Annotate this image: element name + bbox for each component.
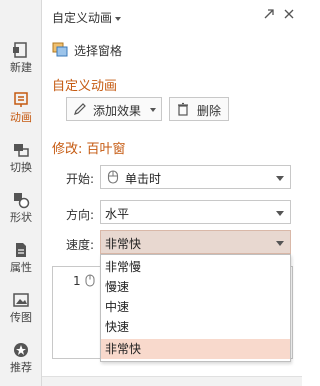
rail-item-recommend[interactable]: 推荐 (0, 336, 42, 382)
rail-item-label: 属性 (10, 261, 32, 274)
direction-label: 方向: (66, 208, 95, 222)
animation-icon (12, 91, 30, 109)
rail-item-upload-image[interactable]: 传图 (0, 286, 42, 332)
delete-button[interactable]: 删除 (169, 97, 229, 121)
custom-animation-title: 自定义动画 (52, 79, 118, 94)
rail-item-label: 动画 (10, 111, 32, 124)
rail-item-label: 推荐 (10, 361, 32, 374)
recommend-icon (12, 341, 30, 359)
transition-icon (12, 141, 30, 159)
speed-select[interactable]: 非常快 (100, 230, 291, 254)
rail-item-animation[interactable]: 动画 (0, 86, 42, 132)
rail-item-label: 切换 (10, 161, 32, 174)
mouse-icon (107, 170, 119, 187)
chevron-down-icon (115, 16, 122, 21)
add-effect-button[interactable]: 添加效果 (66, 97, 162, 121)
shape-icon (12, 191, 30, 209)
speed-label: 速度: (66, 238, 95, 252)
rail-item-transition[interactable]: 切换 (0, 136, 42, 182)
animation-order-number: 1 (73, 274, 81, 288)
start-value: 单击时 (125, 172, 162, 186)
rail-item-label: 传图 (10, 311, 32, 324)
start-label: 开始: (66, 172, 95, 186)
undock-icon (264, 9, 274, 19)
new-icon (12, 41, 30, 59)
side-rail: 新建 动画 切换 形状 属性 传图 推荐 (0, 0, 42, 386)
speed-value: 非常快 (105, 237, 142, 251)
direction-select[interactable]: 水平 (100, 200, 291, 224)
modify-title: 修改: 百叶窗 (52, 142, 126, 157)
bottom-bar (42, 376, 302, 386)
rail-item-properties[interactable]: 属性 (0, 236, 42, 282)
close-icon (284, 9, 294, 19)
properties-icon (12, 241, 30, 259)
select-pane-icon (52, 41, 70, 62)
speed-option[interactable]: 中速 (101, 297, 290, 317)
chevron-down-icon (276, 211, 284, 216)
delete-label: 删除 (197, 104, 222, 118)
chevron-down-icon (150, 108, 156, 112)
edit-icon (73, 102, 87, 119)
upload-image-icon (12, 291, 30, 309)
rail-item-new[interactable]: 新建 (0, 36, 42, 82)
undock-button[interactable] (262, 8, 276, 22)
speed-option-selected[interactable]: 非常快 (101, 339, 290, 359)
speed-option[interactable]: 慢速 (101, 277, 290, 297)
rail-item-shape[interactable]: 形状 (0, 186, 42, 232)
start-select[interactable]: 单击时 (100, 165, 291, 189)
chevron-down-icon (276, 176, 284, 181)
add-effect-label: 添加效果 (93, 104, 142, 118)
close-button[interactable] (282, 8, 296, 22)
speed-dropdown: 非常慢 慢速 中速 快速 非常快 (100, 254, 291, 362)
pane-title-dropdown[interactable]: 自定义动画 (52, 9, 122, 26)
rail-item-label: 新建 (10, 61, 32, 74)
speed-option[interactable]: 非常慢 (101, 257, 290, 277)
chevron-down-icon (276, 241, 284, 246)
pane-title: 自定义动画 (52, 11, 113, 25)
direction-value: 水平 (105, 207, 130, 221)
select-pane-label: 选择窗格 (74, 44, 123, 58)
pane-header: 自定义动画 (42, 0, 302, 32)
trash-icon (176, 102, 190, 119)
rail-item-label: 形状 (10, 211, 32, 224)
mouse-icon (85, 274, 95, 290)
speed-option[interactable]: 快速 (101, 317, 290, 337)
